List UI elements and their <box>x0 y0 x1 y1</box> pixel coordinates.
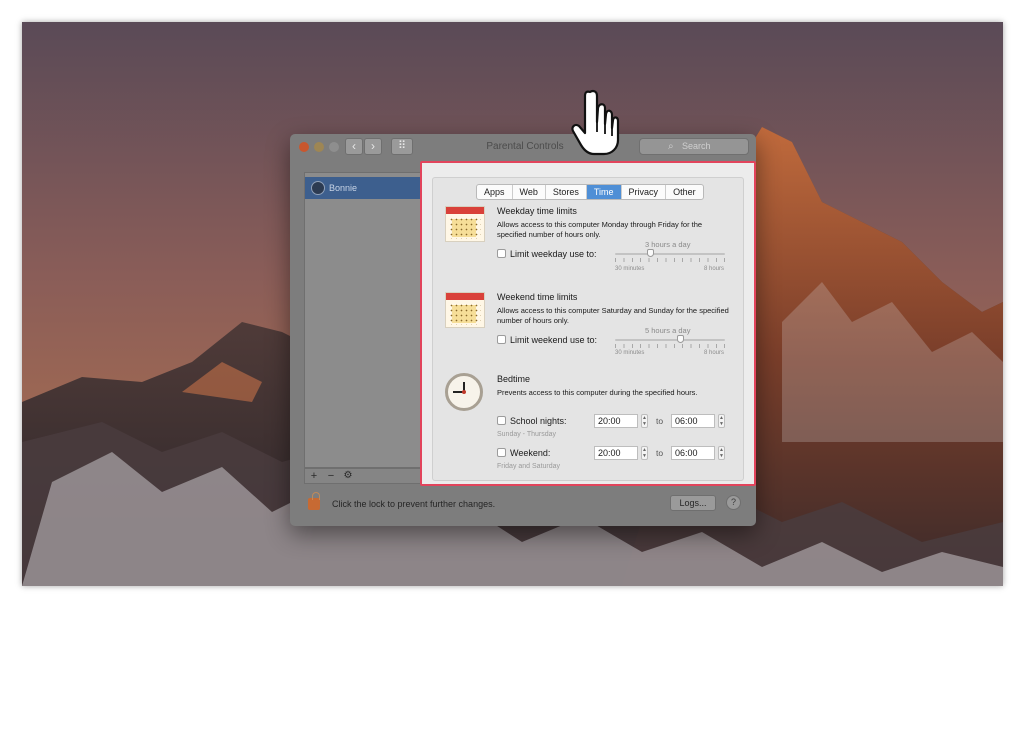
bedtime-title: Bedtime <box>497 374 531 384</box>
screenshot-frame: ‹ › ⠿ Parental Controls ⌕ Search Bonnie … <box>22 22 1003 586</box>
to-label: to <box>656 416 664 426</box>
weekend-description: Allows access to this computer Saturday … <box>497 306 729 325</box>
weekday-slider-knob[interactable] <box>647 249 655 257</box>
weekday-slider-min: 30 minutes <box>615 266 645 272</box>
school-nights-to-field[interactable]: 06:00 <box>671 414 715 428</box>
tab-stores[interactable]: Stores <box>546 185 587 199</box>
user-list: Bonnie <box>304 172 422 468</box>
tab-time[interactable]: Time <box>586 185 622 199</box>
weekend-bedtime-label: Weekend: <box>510 448 551 458</box>
weekend-slider-min: 30 minutes <box>615 350 645 356</box>
clock-icon <box>445 373 483 411</box>
tab-web[interactable]: Web <box>513 185 546 199</box>
weekend-slider-value: 5 hours a day <box>645 326 691 335</box>
tab-privacy[interactable]: Privacy <box>622 185 667 199</box>
tab-apps[interactable]: Apps <box>477 185 513 199</box>
search-field[interactable]: ⌕ Search <box>639 138 749 155</box>
weekend-slider-track[interactable] <box>615 339 725 341</box>
weekend-slider-knob[interactable] <box>677 335 684 343</box>
tab-bar: Apps Web Stores Time Privacy Other <box>476 184 704 200</box>
weekday-calendar-icon <box>445 206 485 242</box>
pointing-hand-cursor-icon <box>570 88 620 160</box>
help-button[interactable]: ? <box>726 495 741 510</box>
zoom-button-icon[interactable] <box>329 142 339 152</box>
remove-user-button[interactable]: − <box>323 469 339 483</box>
weekend-to-field[interactable]: 06:00 <box>671 446 715 460</box>
bedtime-description: Prevents access to this computer during … <box>497 388 698 397</box>
checkbox[interactable] <box>497 416 506 425</box>
weekday-title: Weekday time limits <box>497 206 577 216</box>
weekend-from-stepper[interactable]: ▲ ▼ <box>641 446 648 460</box>
logs-button[interactable]: Logs... <box>670 495 716 511</box>
school-nights-label: School nights: <box>510 416 567 426</box>
weekend-calendar-icon <box>445 292 485 328</box>
weekend-bedtime-days: Friday and Saturday <box>497 463 561 470</box>
tab-other[interactable]: Other <box>666 185 703 199</box>
weekend-from-field[interactable]: 20:00 <box>594 446 638 460</box>
minimize-button-icon[interactable] <box>314 142 324 152</box>
checkbox[interactable] <box>497 335 506 344</box>
show-all-grid-button[interactable]: ⠿ <box>391 138 413 155</box>
user-item-bonnie[interactable]: Bonnie <box>305 177 421 199</box>
weekday-slider-value: 3 hours a day <box>645 240 691 249</box>
weekday-slider-ticks <box>615 258 725 262</box>
school-nights-from-field[interactable]: 20:00 <box>594 414 638 428</box>
weekday-limit-label: Limit weekday use to: <box>510 249 597 259</box>
time-settings-panel: Apps Web Stores Time Privacy Other Weekd… <box>432 177 744 481</box>
add-user-button[interactable]: + <box>306 469 322 483</box>
to-label: to <box>656 448 664 458</box>
school-nights-from-stepper[interactable]: ▲ ▼ <box>641 414 648 428</box>
back-button[interactable]: ‹ <box>345 138 363 155</box>
checkbox[interactable] <box>497 448 506 457</box>
lock-icon[interactable] <box>308 492 320 510</box>
user-list-toolbar: + − ⚙ <box>304 468 422 484</box>
window-bottom-bar: Click the lock to prevent further change… <box>290 492 756 522</box>
school-nights-checkbox[interactable]: School nights: <box>497 416 567 426</box>
weekend-slider-ticks <box>615 344 725 348</box>
weekday-slider-track[interactable] <box>615 253 725 255</box>
weekend-limit-label: Limit weekend use to: <box>510 335 598 345</box>
window-title: Parental Controls <box>486 141 564 152</box>
weekend-limit-checkbox[interactable]: Limit weekend use to: <box>497 335 597 345</box>
forward-button[interactable]: › <box>364 138 382 155</box>
search-icon: ⌕ <box>668 141 674 152</box>
user-avatar-icon <box>311 181 325 195</box>
weekend-bedtime-checkbox[interactable]: Weekend: <box>497 448 550 458</box>
title-bar: ‹ › ⠿ Parental Controls ⌕ Search <box>290 134 756 160</box>
lock-message: Click the lock to prevent further change… <box>332 499 496 509</box>
time-settings-panel-highlight: Apps Web Stores Time Privacy Other Weekd… <box>420 161 756 486</box>
checkbox[interactable] <box>497 249 506 258</box>
weekend-to-stepper[interactable]: ▲ ▼ <box>718 446 725 460</box>
search-placeholder: Search <box>682 141 711 151</box>
weekday-limit-checkbox[interactable]: Limit weekday use to: <box>497 249 597 259</box>
weekend-slider-max: 8 hours <box>704 350 725 356</box>
school-nights-days: Sunday - Thursday <box>497 431 557 438</box>
weekday-slider-max: 8 hours <box>704 266 725 272</box>
weekday-description: Allows access to this computer Monday th… <box>497 220 703 239</box>
close-button-icon[interactable] <box>299 142 309 152</box>
weekend-title: Weekend time limits <box>497 292 578 302</box>
school-nights-to-stepper[interactable]: ▲ ▼ <box>718 414 725 428</box>
user-name: Bonnie <box>329 183 358 193</box>
gear-icon[interactable]: ⚙ <box>340 469 356 483</box>
